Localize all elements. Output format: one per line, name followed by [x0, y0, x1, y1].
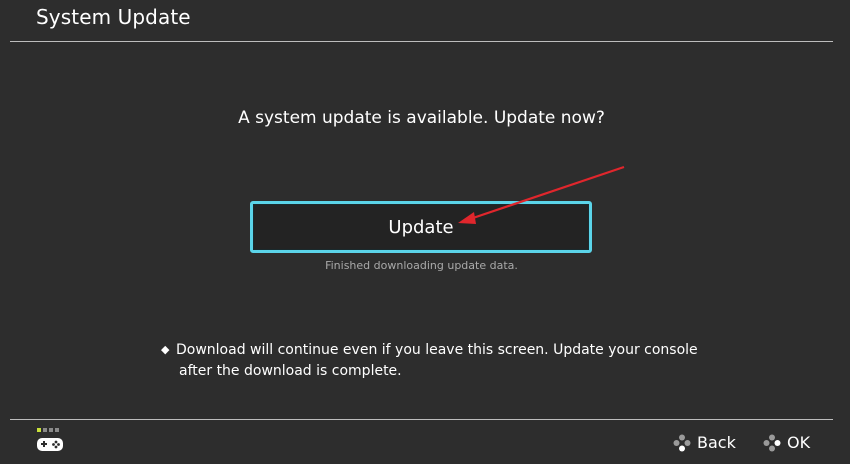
download-note: ◆ Download will continue even if you leav…: [161, 339, 701, 382]
download-status: Finished downloading update data.: [325, 259, 518, 272]
page-title: System Update: [36, 5, 191, 29]
update-button[interactable]: Update: [250, 201, 592, 253]
system-update-screen: System Update A system update is availab…: [0, 0, 850, 464]
bottom-divider: [10, 419, 833, 420]
update-prompt: A system update is available. Update now…: [238, 108, 605, 128]
controller-icon: [37, 428, 63, 451]
back-label: Back: [697, 433, 736, 452]
top-divider: [10, 41, 833, 42]
back-hint[interactable]: Back: [673, 433, 736, 452]
diamond-bullet-icon: ◆: [161, 343, 170, 356]
button-cluster-icon: [763, 434, 781, 451]
button-cluster-icon: [673, 434, 691, 451]
note-line-1: Download will continue even if you leave…: [176, 342, 698, 358]
note-line-2: after the download is complete.: [179, 363, 402, 379]
ok-hint[interactable]: OK: [763, 433, 810, 452]
ok-label: OK: [787, 433, 811, 452]
